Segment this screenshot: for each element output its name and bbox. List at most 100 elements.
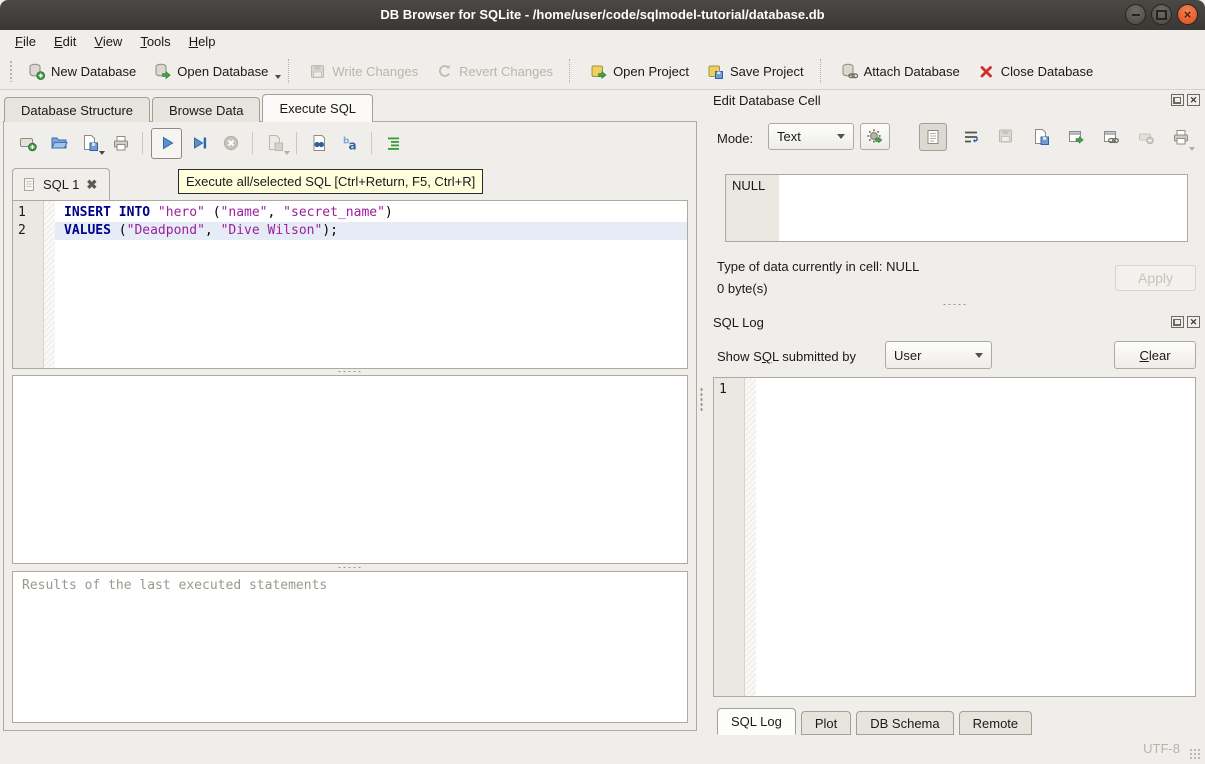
dock-tab-remote[interactable]: Remote <box>959 711 1033 735</box>
float-panel-button[interactable] <box>1171 94 1184 106</box>
text-mode-icon <box>924 128 942 146</box>
export-cell-button[interactable] <box>1030 126 1052 148</box>
sql-tab-close-icon[interactable]: ✖ <box>86 178 97 191</box>
import-cell-button[interactable] <box>995 126 1017 148</box>
menubar: File Edit View Tools Help <box>0 30 1205 53</box>
open-project-button[interactable]: Open Project <box>581 56 698 86</box>
close-window-button[interactable]: × <box>1177 4 1198 25</box>
save-sql-file-button[interactable] <box>76 130 103 157</box>
menu-file[interactable]: File <box>6 32 45 51</box>
auto-completion-button[interactable]: b a <box>336 130 363 157</box>
save-project-button[interactable]: Save Project <box>698 56 813 86</box>
cell-type-info: Type of data currently in cell: NULL <box>717 259 919 274</box>
import-dropdown[interactable] <box>1189 147 1195 151</box>
splitter-dots <box>337 566 363 569</box>
mode-combobox[interactable]: Text <box>768 123 854 150</box>
set-null-icon <box>1137 128 1155 146</box>
save-results-dropdown[interactable] <box>284 151 290 155</box>
open-sql-file-button[interactable] <box>45 130 72 157</box>
open-database-dropdown[interactable] <box>275 75 281 79</box>
resize-grip[interactable] <box>1189 748 1202 761</box>
format-sql-button[interactable] <box>380 130 407 157</box>
sql-log-filter-combobox[interactable]: User <box>885 341 992 369</box>
save-results-button[interactable] <box>261 130 288 157</box>
edit-cell-title: Edit Database Cell <box>713 93 821 108</box>
word-wrap-button[interactable] <box>960 126 982 148</box>
sql-log-area[interactable]: 1 <box>713 377 1196 697</box>
find-replace-button[interactable] <box>305 130 332 157</box>
link-cell-button[interactable] <box>1100 126 1122 148</box>
new-sql-tab-icon <box>19 134 37 152</box>
print-cell-button[interactable] <box>1170 126 1192 148</box>
export-cell-icon <box>1032 128 1050 146</box>
editor-code-line[interactable]: INSERT INTO "hero" ("name", "secret_name… <box>55 204 687 222</box>
sql-log-filter-value: User <box>894 348 921 363</box>
editor-code[interactable]: INSERT INTO "hero" ("name", "secret_name… <box>55 201 687 368</box>
sql-log-gutter: 1 <box>714 378 745 696</box>
menu-edit[interactable]: Edit <box>45 32 85 51</box>
close-database-icon <box>978 63 995 80</box>
print-sql-button[interactable] <box>107 130 134 157</box>
save-sql-file-icon <box>81 134 99 152</box>
maximize-button[interactable] <box>1151 4 1172 25</box>
close-panel-button[interactable]: ✕ <box>1187 94 1200 106</box>
dock-tab-sql-log[interactable]: SQL Log <box>717 708 796 735</box>
cell-size-info: 0 byte(s) <box>717 281 768 296</box>
menu-help[interactable]: Help <box>180 32 225 51</box>
sql-editor[interactable]: 12 INSERT INTO "hero" ("name", "secret_n… <box>12 200 688 369</box>
execute-all-tooltip: Execute all/selected SQL [Ctrl+Return, F… <box>178 169 483 194</box>
dock-tab-plot[interactable]: Plot <box>801 711 851 735</box>
sql-1-tab[interactable]: SQL 1 ✖ <box>12 168 110 200</box>
auto-mode-button[interactable] <box>860 123 890 150</box>
text-mode-button[interactable] <box>919 123 947 151</box>
write-changes-button[interactable]: Write Changes <box>300 56 427 86</box>
open-external-button[interactable] <box>1065 126 1087 148</box>
close-panel-button[interactable]: ✕ <box>1187 316 1200 328</box>
save-results-icon <box>266 134 284 152</box>
menu-tools[interactable]: Tools <box>131 32 179 51</box>
sql-log-filter-label: Show SQL submitted by <box>717 349 856 364</box>
results-message-pane[interactable]: Results of the last executed statements <box>12 571 688 723</box>
close-database-button[interactable]: Close Database <box>969 56 1103 86</box>
window-title: DB Browser for SQLite - /home/user/code/… <box>120 7 1085 22</box>
import-cell-icon <box>997 128 1015 146</box>
dock-tab-db-schema[interactable]: DB Schema <box>856 711 953 735</box>
app-window: DB Browser for SQLite - /home/user/code/… <box>0 0 1205 764</box>
dock-panels-splitter[interactable] <box>705 301 1205 308</box>
execute-line-button[interactable] <box>186 130 213 157</box>
apply-button[interactable]: Apply <box>1115 265 1196 291</box>
new-sql-tab-button[interactable] <box>14 130 41 157</box>
grid-message-splitter[interactable] <box>12 564 688 571</box>
new-database-button[interactable]: New Database <box>19 56 145 86</box>
execute-all-button[interactable] <box>151 128 182 159</box>
menu-view[interactable]: View <box>85 32 131 51</box>
results-grid-pane[interactable] <box>12 375 688 564</box>
clear-log-button[interactable]: Clear <box>1114 341 1196 369</box>
tab-execute-sql[interactable]: Execute SQL <box>262 94 373 122</box>
minimize-button[interactable] <box>1125 4 1146 25</box>
sql-toolbar-separator <box>142 132 143 154</box>
set-null-button[interactable] <box>1135 126 1157 148</box>
encoding-status: UTF-8 <box>1143 741 1180 756</box>
float-panel-button[interactable] <box>1171 316 1184 328</box>
editor-code-line[interactable]: VALUES ("Deadpond", "Dive Wilson"); <box>55 222 687 240</box>
stop-icon <box>222 134 240 152</box>
tab-database-structure[interactable]: Database Structure <box>4 97 150 122</box>
attach-database-button[interactable]: Attach Database <box>832 56 969 86</box>
main-toolbar: New Database Open Database Write Changes <box>0 53 1205 90</box>
save-sql-dropdown[interactable] <box>99 151 105 155</box>
editor-results-splitter[interactable] <box>12 368 688 375</box>
main-dock-splitter[interactable] <box>699 386 704 412</box>
stop-button[interactable] <box>217 130 244 157</box>
revert-changes-icon <box>436 63 453 80</box>
toolbar-drag-handle[interactable] <box>9 60 14 82</box>
revert-changes-button[interactable]: Revert Changes <box>427 56 562 86</box>
find-replace-icon <box>310 134 328 152</box>
tab-browse-data[interactable]: Browse Data <box>152 97 260 122</box>
titlebar[interactable]: DB Browser for SQLite - /home/user/code/… <box>0 0 1205 30</box>
open-database-button[interactable]: Open Database <box>145 56 277 86</box>
editor-line-number: 1 <box>13 204 43 222</box>
sql-document-icon <box>22 177 36 192</box>
cell-value-editor[interactable]: NULL <box>725 174 1188 242</box>
sql-toolbar: b a <box>14 126 407 160</box>
